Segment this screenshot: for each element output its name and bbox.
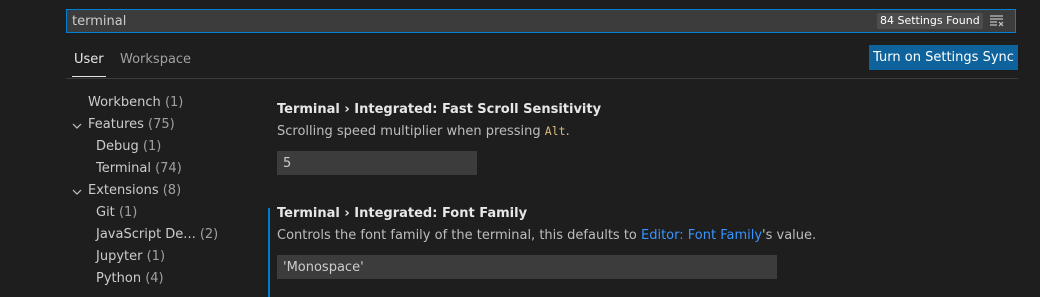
fast-scroll-sensitivity-input[interactable] — [277, 151, 477, 175]
toc-label: Workbench — [88, 95, 161, 110]
toc-label: Debug — [96, 139, 139, 154]
keybinding-code: Alt — [544, 124, 566, 138]
clear-filter-icon[interactable] — [989, 14, 1005, 28]
toc-item-extensions[interactable]: Extensions (8) — [88, 183, 181, 198]
toc-count: (75) — [148, 117, 175, 132]
toc-count: (1) — [142, 139, 162, 154]
setting-title: Terminal › Integrated: Fast Scroll Sensi… — [277, 102, 601, 117]
toc-item-javascript-debugger[interactable]: JavaScript De... (2) — [96, 227, 218, 242]
toc-item-jupyter[interactable]: Jupyter (1) — [96, 249, 165, 264]
search-input[interactable] — [67, 10, 872, 32]
toc-count: (1) — [164, 95, 184, 110]
chevron-down-icon[interactable] — [72, 187, 82, 197]
focused-setting-indicator — [268, 208, 270, 297]
toc-label: JavaScript De... — [96, 227, 196, 242]
tab-user[interactable]: User — [72, 52, 106, 77]
editor-font-family-link[interactable]: Editor: Font Family — [641, 228, 762, 243]
toc-count: (74) — [155, 161, 182, 176]
setting-title: Terminal › Integrated: Font Family — [277, 206, 527, 221]
toc-item-terminal[interactable]: Terminal (74) — [96, 161, 182, 176]
setting-category: Terminal › Integrated: — [277, 102, 442, 117]
toc-item-git[interactable]: Git (1) — [96, 205, 137, 220]
description-text: Scrolling speed multiplier when pressing — [277, 124, 545, 139]
toc-item-workbench[interactable]: Workbench (1) — [88, 95, 183, 110]
description-text: 's value. — [762, 228, 817, 243]
toc-count: (8) — [162, 183, 182, 198]
setting-name: Font Family — [441, 206, 528, 221]
toc-count: (1) — [118, 205, 138, 220]
description-text: . — [565, 124, 570, 139]
toc-item-debug[interactable]: Debug (1) — [96, 139, 161, 154]
toc-label: Git — [96, 205, 115, 220]
toc-item-features[interactable]: Features (75) — [88, 117, 175, 132]
toc-item-python[interactable]: Python (4) — [96, 271, 164, 286]
chevron-down-icon[interactable] — [72, 121, 82, 131]
toc-label: Python — [96, 271, 142, 286]
setting-description: Controls the font family of the terminal… — [277, 228, 816, 243]
font-family-input[interactable] — [277, 255, 777, 279]
toc-count: (2) — [199, 227, 219, 242]
toc-count: (4) — [145, 271, 164, 286]
settings-search-box[interactable]: 84 Settings Found — [66, 9, 1016, 33]
toc-label: Terminal — [96, 161, 151, 176]
toc-label: Features — [88, 117, 144, 132]
results-count-badge: 84 Settings Found — [877, 13, 983, 29]
tab-workspace[interactable]: Workspace — [120, 52, 191, 76]
toc-label: Jupyter — [96, 249, 143, 264]
toc-label: Extensions — [88, 183, 159, 198]
toc-count: (1) — [146, 249, 166, 264]
description-text: Controls the font family of the terminal… — [277, 228, 641, 243]
setting-description: Scrolling speed multiplier when pressing… — [277, 124, 570, 139]
setting-name: Fast Scroll Sensitivity — [441, 102, 602, 117]
setting-category: Terminal › Integrated: — [277, 206, 442, 221]
turn-on-settings-sync-button[interactable]: Turn on Settings Sync — [869, 45, 1018, 70]
